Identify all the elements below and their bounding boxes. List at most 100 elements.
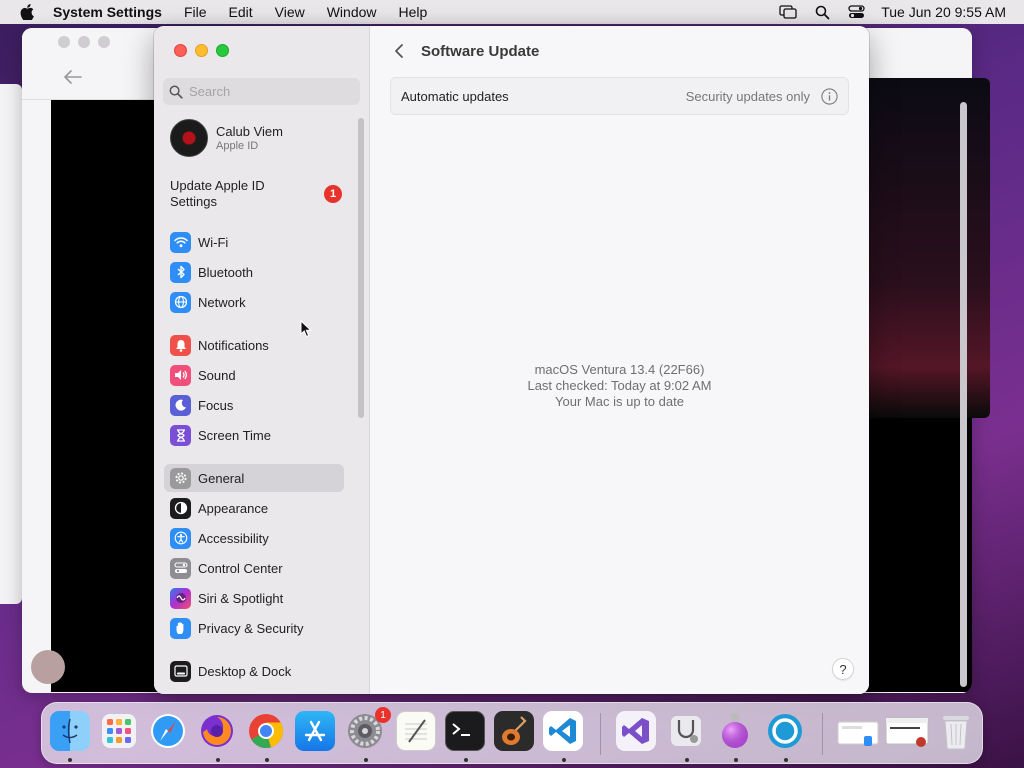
dock-textedit[interactable] [396,711,436,751]
dock-safari[interactable] [148,711,188,751]
search-input[interactable] [189,84,349,99]
sidebar-item-wifi[interactable]: Wi-Fi [164,228,344,256]
sidebar-item-focus[interactable]: Focus [164,391,344,419]
menu-app-name[interactable]: System Settings [51,4,173,20]
disk-utility-icon [671,716,701,746]
sidebar-item-label: Desktop & Dock [198,663,292,679]
zoom-button[interactable] [216,44,229,57]
control-center-icon [170,557,191,579]
siri-icon [170,587,191,609]
screen-mirroring-icon[interactable] [771,0,805,24]
dock-disk-utility[interactable] [666,711,706,751]
menu-bar-clock[interactable]: Tue Jun 20 9:55 AM [881,4,1006,20]
dock-downloads-stack[interactable] [836,711,882,751]
macos-version: macOS Ventura 13.4 (22F66) [534,362,705,377]
dock-launchpad[interactable] [99,711,139,751]
chrome-icon [249,714,284,749]
dock-finder[interactable] [50,711,90,751]
control-center-icon[interactable] [839,0,873,24]
sidebar-item-label: Appearance [198,500,269,516]
dock-installer[interactable] [715,711,755,751]
firefox-icon [201,715,233,747]
sidebar-item-label: Focus [198,397,234,413]
bell-icon [170,334,191,356]
automatic-updates-value: Security updates only [685,88,810,104]
dock-running-indicator [364,758,368,762]
dock-garageband[interactable] [494,711,534,751]
back-button[interactable] [388,43,410,59]
dock-separator [600,713,601,755]
apple-menu-icon[interactable] [17,2,37,22]
dock-running-indicator [265,758,269,762]
dock-running-indicator [464,758,468,762]
sidebar-item-general[interactable]: General [164,464,344,492]
sidebar-item-siri-spotlight[interactable]: Siri & Spotlight [164,584,344,612]
dock-system-settings[interactable]: 1 [345,707,391,751]
menu-help[interactable]: Help [388,4,439,20]
dock-vscode[interactable] [543,711,583,751]
sidebar-item-sound[interactable]: Sound [164,361,344,389]
background-window-scrollbar[interactable] [960,102,967,687]
dock: 1 [41,702,983,764]
sidebar-item-privacy-security[interactable]: Privacy & Security [164,614,344,642]
dock-setup-assistant[interactable] [765,711,805,751]
sidebar-item-network[interactable]: Network [164,288,344,316]
speaker-icon [170,364,191,386]
menu-edit[interactable]: Edit [218,4,264,20]
dock-icon [170,660,191,682]
dock-window-stack[interactable] [884,711,932,751]
sidebar-item-accessibility[interactable]: Accessibility [164,524,344,552]
help-button[interactable]: ? [832,658,854,680]
software-update-pane: Software Update Automatic updates Securi… [370,26,869,694]
sidebar-scrollbar[interactable] [358,118,364,418]
window-stack-icon [885,717,929,747]
account-subtitle: Apple ID [216,140,259,152]
wifi-icon [170,231,191,253]
background-back-arrow-icon[interactable] [64,68,82,89]
dock-running-indicator [734,758,738,762]
update-apple-id-settings[interactable]: Update Apple ID Settings 1 [170,178,360,210]
info-icon[interactable] [820,87,838,105]
moon-icon [170,394,191,416]
sidebar-item-control-center[interactable]: Control Center [164,554,344,582]
sidebar-item-desktop-dock[interactable]: Desktop & Dock [164,657,344,685]
menu-view[interactable]: View [264,4,316,20]
sidebar-item-screen-time[interactable]: Screen Time [164,421,344,449]
sidebar-item-bluetooth[interactable]: Bluetooth [164,258,344,286]
dock-notification-badge: 1 [375,707,391,723]
dock-chrome[interactable] [246,711,286,751]
sidebar-item-label: Wi-Fi [198,234,229,250]
sidebar-item-notifications[interactable]: Notifications [164,331,344,359]
visual-studio-icon [622,718,649,744]
spotlight-search-icon[interactable] [805,0,839,24]
dock-separator [822,713,823,755]
automatic-updates-row[interactable]: Automatic updates Security updates only [390,77,849,115]
apple-id-account[interactable]: Calub Viem Apple ID [170,119,283,157]
background-avatar [31,650,65,684]
terminal-icon [452,723,470,736]
sidebar-item-label: Bluetooth [198,264,253,280]
dock-app-store[interactable] [295,711,335,751]
settings-sidebar: Calub Viem Apple ID Update Apple ID Sett… [154,26,370,694]
close-button[interactable] [174,44,187,57]
sidebar-search[interactable] [163,78,360,105]
dock-firefox[interactable] [197,711,237,751]
dock-running-indicator [68,758,72,762]
sidebar-item-label: Accessibility [198,530,269,546]
automatic-updates-label: Automatic updates [401,88,509,104]
dock-visual-studio[interactable] [616,711,656,751]
background-wallpaper-panel [868,78,990,418]
menu-window[interactable]: Window [316,4,388,20]
dock-terminal[interactable] [445,711,485,751]
notification-badge: 1 [324,185,342,203]
dock-trash[interactable] [936,711,976,751]
menu-file[interactable]: File [173,4,218,20]
sidebar-item-label: Privacy & Security [198,620,304,636]
sidebar-item-appearance[interactable]: Appearance [164,494,344,522]
last-checked: Last checked: Today at 9:02 AM [527,378,712,393]
minimize-button[interactable] [195,44,208,57]
menu-bar: System Settings File Edit View Window He… [0,0,1024,24]
bluetooth-icon [170,261,191,283]
up-to-date-message: Your Mac is up to date [555,394,684,409]
background-window-traffic-lights [58,36,110,48]
